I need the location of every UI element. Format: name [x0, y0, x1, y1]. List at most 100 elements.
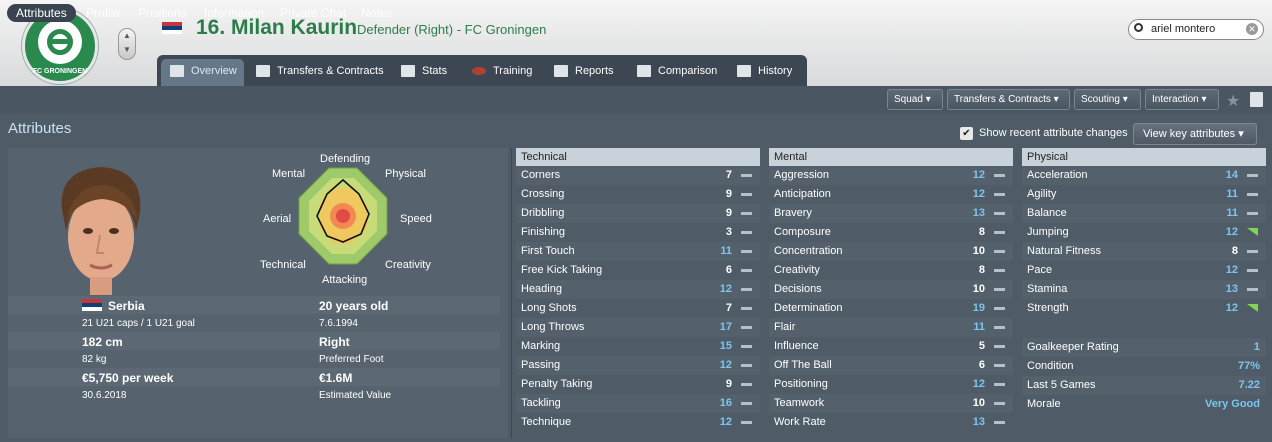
subtab-positions[interactable]: Positions — [138, 6, 187, 20]
attribute-row[interactable]: Off The Ball 6 — [769, 356, 1013, 375]
subtab-information[interactable]: Information — [204, 6, 264, 20]
attribute-row[interactable]: Flair 11 — [769, 318, 1013, 337]
attribute-row[interactable]: Agility 11 — [1022, 185, 1266, 204]
scouting-dropdown[interactable]: Scouting ▾ — [1074, 89, 1141, 110]
attribute-row[interactable]: Finishing 3 — [516, 223, 760, 242]
tab-overview[interactable]: Overview — [161, 59, 244, 86]
attribute-row[interactable]: Corners 7 — [516, 166, 760, 185]
attribute-value: 10 — [972, 397, 985, 409]
attribute-row[interactable]: Free Kick Taking 6 — [516, 261, 760, 280]
attribute-value: 11 — [973, 321, 985, 333]
attribute-name: Corners — [521, 169, 561, 181]
show-recent-checkbox[interactable]: ✔ — [960, 127, 973, 140]
attribute-row[interactable]: Strength 12 — [1022, 299, 1266, 318]
trend-flat-icon — [741, 174, 752, 177]
attribute-list: Acceleration 14 Agility 11 Balance 11 Jumping 1… — [1022, 166, 1266, 318]
trend-up-icon — [1247, 228, 1258, 236]
attribute-value: 7 — [725, 302, 732, 314]
trend-flat-icon — [994, 383, 1005, 386]
attribute-row[interactable]: Technique 12 — [516, 413, 760, 432]
attribute-name: Long Throws — [521, 321, 585, 333]
attribute-row[interactable]: Long Shots 7 — [516, 299, 760, 318]
up-arrow-icon[interactable]: ▲ — [119, 29, 135, 43]
stats-icon — [401, 65, 415, 77]
section-title: Attributes — [8, 120, 72, 137]
attribute-row[interactable]: Work Rate 13 — [769, 413, 1013, 432]
tab-reports[interactable]: Reports — [545, 59, 620, 86]
attribute-row[interactable]: Crossing 9 — [516, 185, 760, 204]
attribute-row[interactable]: First Touch 11 — [516, 242, 760, 261]
attribute-name: Positioning — [774, 378, 828, 390]
attribute-value: 9 — [725, 378, 732, 390]
subtab-attributes[interactable]: Attributes — [7, 4, 76, 22]
summary-label: Condition — [1027, 360, 1074, 372]
transfers-dropdown[interactable]: Transfers & Contracts ▾ — [947, 89, 1070, 110]
tab-label: Comparison — [658, 65, 718, 77]
attribute-name: Penalty Taking — [521, 378, 593, 390]
attribute-row[interactable]: Decisions 10 — [769, 280, 1013, 299]
attribute-row[interactable]: Jumping 12 — [1022, 223, 1266, 242]
attribute-name: Marking — [521, 340, 561, 352]
attribute-row[interactable]: Penalty Taking 9 — [516, 375, 760, 394]
attribute-row[interactable]: Heading 12 — [516, 280, 760, 299]
attribute-list: Corners 7 Crossing 9 Dribbling 9 Finishing 3 Fir… — [516, 166, 760, 432]
attribute-list: Aggression 12 Anticipation 12 Bravery 13 Compo… — [769, 166, 1013, 432]
attribute-row[interactable]: Teamwork 10 — [769, 394, 1013, 413]
attribute-row[interactable]: Aggression 12 — [769, 166, 1013, 185]
chevron-down-icon: ▾ — [925, 94, 931, 105]
attribute-row[interactable]: Natural Fitness 8 — [1022, 242, 1266, 261]
attribute-row[interactable]: Balance 11 — [1022, 204, 1266, 223]
tab-transfers-contracts[interactable]: Transfers & Contracts — [247, 59, 387, 86]
column-header: Technical — [516, 148, 760, 166]
tab-training[interactable]: Training — [463, 59, 543, 86]
tab-comparison[interactable]: Comparison — [628, 59, 728, 86]
attribute-row[interactable]: Creativity 8 — [769, 261, 1013, 280]
star-icon[interactable]: ★ — [1226, 91, 1240, 111]
attribute-row[interactable]: Dribbling 9 — [516, 204, 760, 223]
nationality[interactable]: Serbia — [108, 299, 145, 313]
attribute-row[interactable]: Influence 5 — [769, 337, 1013, 356]
attribute-row[interactable]: Long Throws 17 — [516, 318, 760, 337]
overview-icon — [170, 65, 184, 77]
attribute-row[interactable]: Concentration 10 — [769, 242, 1013, 261]
attribute-row[interactable]: Positioning 12 — [769, 375, 1013, 394]
trend-flat-icon — [741, 193, 752, 196]
view-key-attributes-button[interactable]: View key attributes ▾ — [1133, 123, 1257, 145]
attribute-value: 13 — [1225, 283, 1238, 295]
attribute-name: Bravery — [774, 207, 812, 219]
attribute-row[interactable]: Stamina 13 — [1022, 280, 1266, 299]
subtab-profile[interactable]: Profile — [86, 6, 120, 20]
attribute-row[interactable]: Pace 12 — [1022, 261, 1266, 280]
interaction-dropdown[interactable]: Interaction ▾ — [1145, 89, 1219, 110]
attribute-name: Work Rate — [774, 416, 826, 428]
summary-label: Goalkeeper Rating — [1027, 341, 1119, 353]
physical-attributes-column: Physical Acceleration 14 Agility 11 Balance 1… — [1022, 148, 1266, 414]
subtab-notes[interactable]: Notes — [361, 6, 392, 20]
down-arrow-icon[interactable]: ▼ — [119, 43, 135, 57]
attribute-row[interactable]: Acceleration 14 — [1022, 166, 1266, 185]
tab-label: History — [758, 65, 793, 77]
attribute-row[interactable]: Determination 19 — [769, 299, 1013, 318]
tab-stats[interactable]: Stats — [392, 59, 457, 86]
attribute-row[interactable]: Anticipation 12 — [769, 185, 1013, 204]
player-stepper[interactable]: ▲ ▼ — [118, 28, 136, 60]
tab-history[interactable]: History — [728, 59, 803, 86]
clear-icon[interactable]: ✕ — [1246, 23, 1258, 35]
squad-dropdown[interactable]: Squad ▾ — [887, 89, 943, 110]
attribute-row[interactable]: Bravery 13 — [769, 204, 1013, 223]
history-icon — [737, 65, 751, 77]
comparison-icon — [637, 65, 651, 77]
attribute-value: 5 — [978, 340, 985, 352]
attribute-name: Finishing — [521, 226, 566, 238]
subtab-private-chat[interactable]: Private Chat — [280, 6, 346, 20]
attribute-value: 12 — [972, 378, 985, 390]
attribute-row[interactable]: Composure 8 — [769, 223, 1013, 242]
add-note-icon[interactable] — [1250, 92, 1263, 107]
contract-expiry: 30.6.2018 — [82, 390, 127, 401]
summary-value: 7.22 — [1238, 379, 1260, 391]
attribute-row[interactable]: Passing 12 — [516, 356, 760, 375]
attribute-row[interactable]: Marking 15 — [516, 337, 760, 356]
search-input[interactable]: ariel montero ✕ — [1128, 19, 1264, 40]
attribute-row[interactable]: Tackling 16 — [516, 394, 760, 413]
summary-value: Very Good — [1204, 398, 1260, 410]
